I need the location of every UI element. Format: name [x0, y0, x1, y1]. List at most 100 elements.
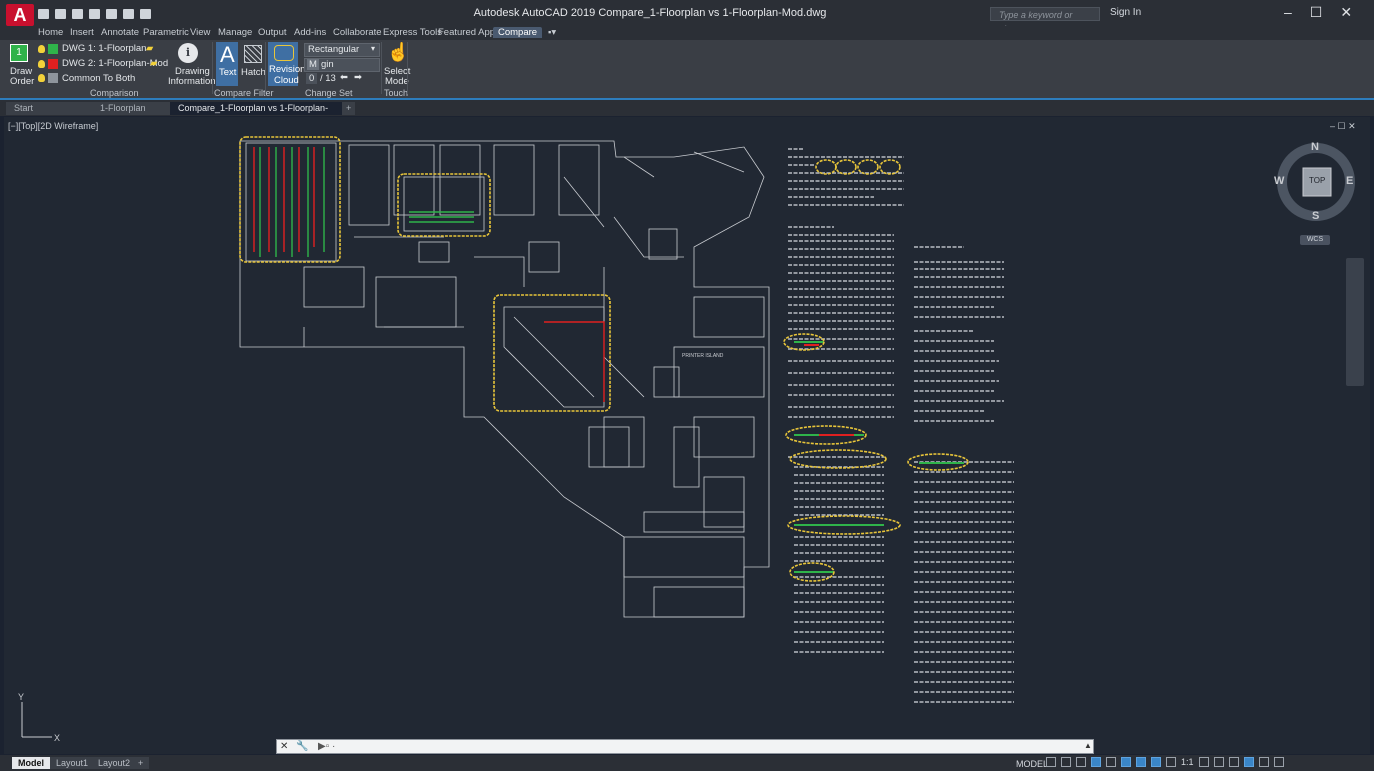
dwg2-visibility-icon[interactable] — [38, 60, 45, 68]
change-total: / 13 — [320, 73, 336, 84]
annotation-visibility-icon[interactable] — [1151, 757, 1161, 767]
wcs-menu[interactable]: WCS — [1300, 235, 1330, 245]
minimize-button[interactable]: – — [1284, 4, 1292, 21]
application-menu-button[interactable]: A — [6, 4, 34, 26]
object-snap-tracking-icon[interactable] — [1121, 757, 1131, 767]
annotation-monitor-icon[interactable] — [1213, 757, 1224, 767]
command-line[interactable] — [276, 739, 1094, 754]
tab-insert[interactable]: Insert — [70, 27, 94, 38]
select-mode-label-bottom[interactable]: Mode — [385, 76, 409, 87]
maximize-button[interactable]: ☐ — [1310, 4, 1323, 21]
doc-tab-compare[interactable]: Compare_1-Floorplan vs 1-Floorplan-Mod* — [170, 102, 344, 126]
tab-layout2[interactable]: Layout2 — [92, 757, 137, 769]
group-label-comparison: Comparison — [90, 88, 139, 98]
sign-in-button[interactable]: Sign In — [1110, 7, 1141, 18]
tab-annotate[interactable]: Annotate — [101, 27, 139, 38]
command-history-arrow-icon[interactable]: ▲ — [1084, 741, 1092, 750]
ortho-icon[interactable] — [1076, 757, 1086, 767]
redo-icon[interactable] — [140, 9, 151, 19]
revision-cloud-1 — [239, 136, 341, 263]
tab-express-tools[interactable]: Express Tools — [383, 27, 442, 38]
search-input[interactable]: Type a keyword or phrase — [990, 7, 1100, 34]
wrench-icon[interactable]: 🔧 — [296, 741, 308, 752]
drawing-information-bottom[interactable]: Information — [168, 76, 216, 87]
hatch-icon[interactable] — [244, 45, 262, 63]
tab-parametric[interactable]: Parametric — [143, 27, 189, 38]
tab-featured-apps[interactable]: Featured Apps — [438, 27, 500, 38]
new-tab-button[interactable]: + — [342, 102, 356, 115]
plot-icon[interactable] — [106, 9, 117, 19]
ribbon-options-icon[interactable]: ▪▾ — [548, 27, 556, 38]
doc-tab-floorplan[interactable]: 1-Floorplan — [92, 102, 180, 115]
save-icon[interactable] — [72, 9, 83, 19]
tab-home[interactable]: Home — [38, 27, 63, 38]
cloud-shape-value: Rectangular — [308, 44, 360, 55]
grid-icon[interactable] — [1046, 757, 1056, 767]
doc-tab-start[interactable]: Start — [6, 102, 102, 115]
undo-icon[interactable] — [123, 9, 134, 19]
tab-manage[interactable]: Manage — [218, 27, 252, 38]
command-input[interactable]: ▶▫ · — [318, 741, 335, 752]
info-icon[interactable]: i — [178, 43, 198, 63]
polar-icon[interactable] — [1091, 757, 1101, 767]
annotation-scale[interactable]: 1:1 — [1181, 757, 1194, 767]
compass-west[interactable]: W — [1274, 175, 1284, 187]
units-icon[interactable] — [1228, 757, 1239, 767]
auto-scale-icon[interactable] — [1166, 757, 1176, 767]
separator — [265, 42, 266, 94]
object-snap-icon[interactable] — [1136, 757, 1146, 767]
change-index-field[interactable]: 0 — [306, 73, 318, 84]
viewport-window-controls[interactable]: – ☐ ✕ — [1330, 121, 1356, 132]
customization-menu-icon[interactable] — [1273, 757, 1284, 767]
next-change-icon[interactable]: ➡ — [354, 72, 362, 83]
ribbon-tab-bar: Home Insert Annotate Parametric View Man… — [0, 26, 1374, 40]
open-icon[interactable] — [55, 9, 66, 19]
window-controls: – ☐ ✕ — [1284, 4, 1352, 21]
margin-value: gin — [321, 59, 334, 70]
dwg1-color-swatch[interactable] — [48, 44, 58, 54]
tab-view[interactable]: View — [190, 27, 210, 38]
command-line-close-icon[interactable]: ✕ — [280, 741, 288, 752]
common-color-swatch[interactable] — [48, 73, 58, 83]
draw-order-icon[interactable]: 1 — [10, 44, 28, 62]
margin-prefix: M — [307, 59, 319, 70]
viewcube-face-label[interactable]: TOP — [1309, 176, 1325, 185]
save-as-icon[interactable] — [89, 9, 100, 19]
dwg2-open-folder-icon[interactable]: ▰ — [150, 58, 157, 69]
quick-properties-icon[interactable] — [1243, 757, 1254, 767]
dwg2-color-swatch[interactable] — [48, 59, 58, 69]
printer-island-label: PRINTER ISLAND — [682, 353, 724, 359]
close-button[interactable]: ✕ — [1340, 4, 1352, 21]
tab-layout1[interactable]: Layout1 — [50, 757, 95, 769]
window-title: Autodesk AutoCAD 2019 Compare_1-Floorpla… — [473, 7, 827, 19]
revision-cloud-label-bottom: Cloud — [274, 75, 299, 86]
compass-south[interactable]: S — [1312, 210, 1319, 222]
drawing-viewport[interactable]: PRINTER ISLAND Y X — [4, 117, 1370, 754]
workspace-gear-icon[interactable] — [1198, 757, 1209, 767]
viewport-controls-label[interactable]: [−][Top][2D Wireframe] — [8, 121, 98, 131]
navigation-bar[interactable] — [1346, 258, 1364, 386]
cloud-shape-dropdown[interactable]: Rectangular ▾ — [304, 43, 380, 57]
revision-cloud-3 — [493, 294, 611, 412]
tab-collaborate[interactable]: Collaborate — [333, 27, 382, 38]
clean-screen-icon[interactable] — [1258, 757, 1269, 767]
add-layout-button[interactable]: + — [132, 757, 150, 769]
hatch-filter-label[interactable]: Hatch — [241, 67, 266, 78]
new-icon[interactable] — [38, 9, 49, 19]
isodraft-icon[interactable] — [1106, 757, 1116, 767]
draw-order-label-bottom[interactable]: Order — [10, 76, 34, 87]
tab-compare[interactable]: Compare — [493, 27, 543, 38]
tab-model[interactable]: Model — [12, 757, 50, 769]
compass-north[interactable]: N — [1311, 141, 1319, 153]
model-space-button[interactable]: MODEL — [1016, 759, 1048, 769]
floorplan-drawing[interactable]: PRINTER ISLAND Y X — [4, 117, 1370, 754]
previous-change-icon[interactable]: ⬅ — [340, 72, 348, 83]
compass-east[interactable]: E — [1346, 175, 1353, 187]
dwg1-open-folder-icon[interactable]: ▰ — [146, 43, 153, 54]
tab-add-ins[interactable]: Add-ins — [294, 27, 326, 38]
margin-input[interactable]: M gin — [304, 58, 380, 72]
dwg1-visibility-icon[interactable] — [38, 45, 45, 53]
snap-icon[interactable] — [1061, 757, 1071, 767]
tab-output[interactable]: Output — [258, 27, 287, 38]
common-visibility-icon[interactable] — [38, 74, 45, 82]
